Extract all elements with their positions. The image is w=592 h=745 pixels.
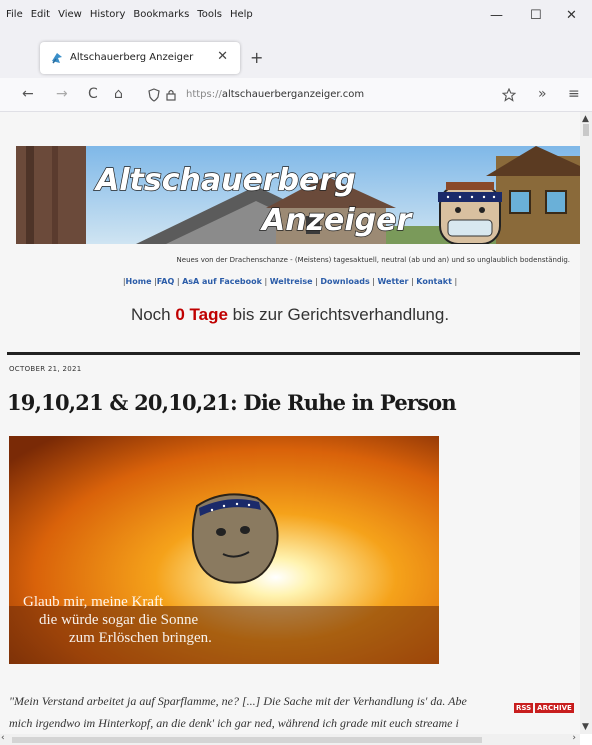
back-button[interactable]: ← <box>22 86 34 102</box>
post-illustration: Glaub mir, meine Kraft die würde sogar d… <box>9 436 439 664</box>
reload-button[interactable]: C <box>88 86 98 102</box>
menubar: File Edit View History Bookmarks Tools H… <box>0 0 592 32</box>
nav-link-faq[interactable]: FAQ <box>157 277 175 286</box>
site-favicon-icon <box>52 53 62 64</box>
nav-link-wetter[interactable]: Wetter <box>378 277 409 286</box>
maximize-button[interactable]: ☐ <box>530 8 542 23</box>
nav-link-kontakt[interactable]: Kontakt <box>416 277 452 286</box>
post-title[interactable]: 19,10,21 & 20,10,21: Die Ruhe in Person <box>7 390 457 415</box>
menu-file[interactable]: File <box>6 9 23 20</box>
tab-altschauerberg[interactable]: Altschauerberg Anzeiger ✕ <box>40 42 240 74</box>
archive-badge[interactable]: ARCHIVE <box>535 703 574 713</box>
header-divider <box>7 352 580 355</box>
post-image[interactable]: Glaub mir, meine Kraft die würde sogar d… <box>9 436 439 664</box>
nav-link-home[interactable]: Home <box>126 277 152 286</box>
forward-button[interactable]: → <box>56 86 68 102</box>
url-scheme: https:// <box>186 89 222 100</box>
post-date: OCTOBER 21, 2021 <box>9 365 82 373</box>
menu-edit[interactable]: Edit <box>31 9 50 20</box>
vertical-scroll-thumb[interactable] <box>583 124 589 136</box>
vertical-scrollbar[interactable]: ▲ ▼ <box>580 112 592 734</box>
site-nav-links: |Home |FAQ | AsA auf Facebook | Weltreis… <box>122 277 458 286</box>
post-excerpt-line1: "Mein Verstand arbeitet ja auf Sparflamm… <box>9 694 467 708</box>
menu-bookmarks[interactable]: Bookmarks <box>133 9 189 20</box>
url-bar[interactable]: https://altschauerberganzeiger.com <box>136 83 526 107</box>
navigation-toolbar: ← → C ⌂ https://altschauerberganzeiger.c… <box>0 78 592 112</box>
nav-link-weltreise[interactable]: Weltreise <box>270 277 313 286</box>
image-caption-line3: zum Erlöschen bringen. <box>69 630 212 646</box>
scroll-down-icon[interactable]: ▼ <box>582 722 589 732</box>
minimize-button[interactable]: — <box>490 8 503 23</box>
nav-link-downloads[interactable]: Downloads <box>320 277 369 286</box>
feed-badges: RSS ARCHIVE <box>512 703 574 713</box>
countdown-pre: Noch <box>130 305 176 324</box>
banner-title-line1: Altschauerberg <box>94 163 356 198</box>
site-tagline: Neues von der Drachenschanze - (Meistens… <box>176 256 570 264</box>
trial-countdown: Noch 0 Tage bis zur Gerichtsverhandlung. <box>0 305 580 325</box>
post-excerpt-line2: mich irgendwo im Hinterkopf, an die denk… <box>9 716 459 730</box>
tab-close-icon[interactable]: ✕ <box>217 49 228 64</box>
lock-icon[interactable] <box>166 88 176 101</box>
menu-help[interactable]: Help <box>230 9 253 20</box>
scroll-up-icon[interactable]: ▲ <box>582 114 589 124</box>
rss-badge[interactable]: RSS <box>514 703 534 713</box>
new-tab-button[interactable]: + <box>250 48 263 67</box>
tab-bar: Altschauerberg Anzeiger ✕ + <box>0 32 592 78</box>
scroll-left-icon[interactable]: ‹ <box>1 733 5 743</box>
banner-illustration: Altschauerberg Anzeiger <box>16 146 580 244</box>
overflow-menu-button[interactable]: » <box>538 86 547 102</box>
horizontal-scroll-thumb[interactable] <box>12 737 482 743</box>
banner-title-line2: Anzeiger <box>260 203 413 238</box>
url-host: altschauerberganzeiger.com <box>221 89 365 100</box>
page-content: Altschauerberg Anzeiger Neues von der Dr… <box>0 112 580 734</box>
nav-link-facebook[interactable]: AsA auf Facebook <box>182 277 262 286</box>
menu-list: File Edit View History Bookmarks Tools H… <box>6 9 253 20</box>
app-menu-button[interactable]: ≡ <box>568 86 580 102</box>
menu-history[interactable]: History <box>90 9 126 20</box>
countdown-value: 0 Tage <box>175 305 228 324</box>
horizontal-scrollbar[interactable]: ‹ › <box>0 733 580 745</box>
url-text[interactable]: https://altschauerberganzeiger.com <box>186 89 364 100</box>
site-banner[interactable]: Altschauerberg Anzeiger <box>16 146 580 244</box>
image-caption-line1: Glaub mir, meine Kraft <box>23 594 164 610</box>
countdown-post: bis zur Gerichtsverhandlung. <box>227 305 450 324</box>
bookmark-star-icon[interactable] <box>502 88 516 102</box>
close-window-button[interactable]: ✕ <box>566 8 577 23</box>
menu-tools[interactable]: Tools <box>197 9 222 20</box>
home-button[interactable]: ⌂ <box>114 86 123 102</box>
menu-view[interactable]: View <box>58 9 82 20</box>
scroll-right-icon[interactable]: › <box>572 733 576 743</box>
shield-icon[interactable] <box>148 88 160 102</box>
tab-title: Altschauerberg Anzeiger <box>70 52 194 63</box>
image-caption-line2: die würde sogar die Sonne <box>39 612 198 628</box>
